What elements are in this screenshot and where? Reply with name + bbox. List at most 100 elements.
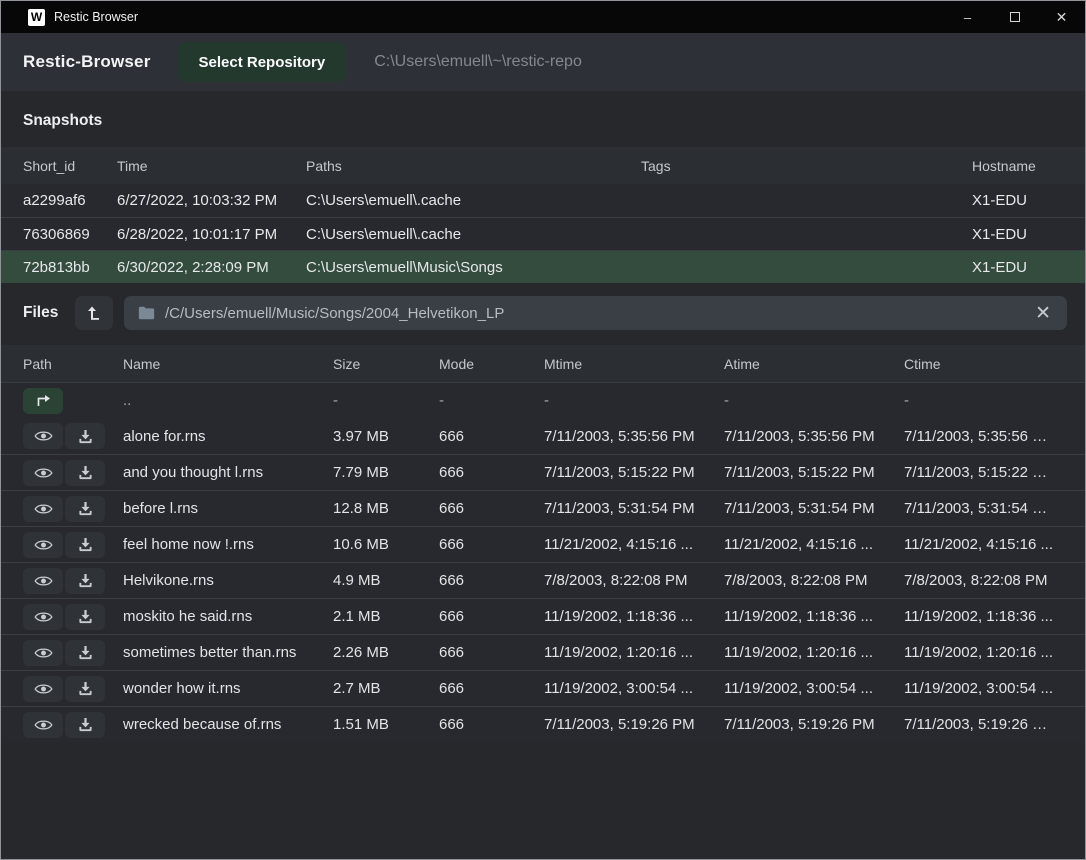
column-header-hostname: Hostname xyxy=(972,158,1063,174)
file-row: wrecked because of.rns 1.51 MB 666 7/11/… xyxy=(1,706,1085,742)
download-file-button[interactable] xyxy=(65,532,105,558)
column-header-ctime: Ctime xyxy=(904,356,1063,372)
go-parent-directory-button[interactable] xyxy=(23,388,63,414)
download-file-button[interactable] xyxy=(65,496,105,522)
file-size: 3.97 MB xyxy=(333,428,439,445)
download-file-button[interactable] xyxy=(65,568,105,594)
close-button[interactable]: ✕ xyxy=(1038,1,1085,33)
file-mode: 666 xyxy=(439,608,544,625)
download-file-button[interactable] xyxy=(65,676,105,702)
app-logo-icon: W xyxy=(28,9,45,26)
file-atime: 11/19/2002, 3:00:54 ... xyxy=(724,680,904,697)
preview-file-button[interactable] xyxy=(23,604,63,630)
file-mode: 666 xyxy=(439,572,544,589)
parent-dir-icon xyxy=(36,394,51,407)
snapshot-short-id: 76306869 xyxy=(23,226,117,243)
file-ctime: 11/19/2002, 1:20:16 ... xyxy=(904,644,1063,661)
file-name: and you thought l.rns xyxy=(123,464,333,481)
eye-icon xyxy=(34,538,53,552)
file-mtime: 7/11/2003, 5:15:22 PM xyxy=(544,464,724,481)
file-name: sometimes better than.rns xyxy=(123,644,333,661)
file-mtime: 7/11/2003, 5:35:56 PM xyxy=(544,428,724,445)
snapshot-paths: C:\Users\emuell\Music\Songs xyxy=(306,259,641,276)
file-ctime: 11/19/2002, 1:18:36 ... xyxy=(904,608,1063,625)
download-icon xyxy=(78,465,93,480)
snapshot-short-id: a2299af6 xyxy=(23,192,117,209)
column-header-time: Time xyxy=(117,158,306,174)
eye-icon xyxy=(34,466,53,480)
file-name: .. xyxy=(123,392,333,409)
download-file-button[interactable] xyxy=(65,604,105,630)
snapshots-section-title: Snapshots xyxy=(1,91,1085,147)
preview-file-button[interactable] xyxy=(23,423,63,449)
snapshot-row[interactable]: 76306869 6/28/2022, 10:01:17 PM C:\Users… xyxy=(1,217,1085,250)
preview-file-button[interactable] xyxy=(23,712,63,738)
snapshot-row[interactable]: a2299af6 6/27/2022, 10:03:32 PM C:\Users… xyxy=(1,184,1085,217)
snapshot-short-id: 72b813bb xyxy=(23,259,117,276)
file-mode: 666 xyxy=(439,428,544,445)
maximize-button[interactable] xyxy=(991,1,1038,33)
snapshot-time: 6/30/2022, 2:28:09 PM xyxy=(117,259,306,276)
file-mode: 666 xyxy=(439,644,544,661)
file-name: before l.rns xyxy=(123,500,333,517)
download-icon xyxy=(78,717,93,732)
eye-icon xyxy=(34,574,53,588)
files-path-value: /C/Users/emuell/Music/Songs/2004_Helveti… xyxy=(165,305,1023,322)
file-mtime: - xyxy=(544,392,724,409)
column-header-name: Name xyxy=(123,356,333,372)
page-title: Restic-Browser xyxy=(23,52,151,72)
file-size: 2.1 MB xyxy=(333,608,439,625)
preview-file-button[interactable] xyxy=(23,532,63,558)
file-mode: 666 xyxy=(439,500,544,517)
preview-file-button[interactable] xyxy=(23,676,63,702)
column-header-path: Path xyxy=(23,356,123,372)
preview-file-button[interactable] xyxy=(23,640,63,666)
download-icon xyxy=(78,609,93,624)
column-header-mtime: Mtime xyxy=(544,356,724,372)
snapshot-paths: C:\Users\emuell\.cache xyxy=(306,226,641,243)
download-icon xyxy=(78,573,93,588)
eye-icon xyxy=(34,502,53,516)
files-table-body: alone for.rns 3.97 MB 666 7/11/2003, 5:3… xyxy=(1,418,1085,742)
close-icon: ✕ xyxy=(1056,9,1068,26)
up-level-button[interactable] xyxy=(75,296,113,330)
file-row: alone for.rns 3.97 MB 666 7/11/2003, 5:3… xyxy=(1,418,1085,454)
snapshot-time: 6/27/2022, 10:03:32 PM xyxy=(117,192,306,209)
select-repository-button[interactable]: Select Repository xyxy=(178,42,347,82)
window-title: Restic Browser xyxy=(54,10,944,24)
files-table-header: Path Name Size Mode Mtime Atime Ctime xyxy=(1,345,1085,382)
file-name: wonder how it.rns xyxy=(123,680,333,697)
download-file-button[interactable] xyxy=(65,423,105,449)
file-size: 2.26 MB xyxy=(333,644,439,661)
file-mtime: 7/8/2003, 8:22:08 PM xyxy=(544,572,724,589)
column-header-mode: Mode xyxy=(439,356,544,372)
snapshot-hostname: X1-EDU xyxy=(972,192,1063,209)
eye-icon xyxy=(34,610,53,624)
preview-file-button[interactable] xyxy=(23,460,63,486)
file-row: feel home now !.rns 10.6 MB 666 11/21/20… xyxy=(1,526,1085,562)
download-file-button[interactable] xyxy=(65,460,105,486)
clear-path-icon[interactable]: ✕ xyxy=(1033,304,1053,323)
snapshot-hostname: X1-EDU xyxy=(972,259,1063,276)
file-name: feel home now !.rns xyxy=(123,536,333,553)
file-size: 4.9 MB xyxy=(333,572,439,589)
snapshot-row[interactable]: 72b813bb 6/30/2022, 2:28:09 PM C:\Users\… xyxy=(1,250,1085,283)
minimize-button[interactable]: – xyxy=(944,1,991,33)
file-atime: 7/11/2003, 5:31:54 PM xyxy=(724,500,904,517)
eye-icon xyxy=(34,429,53,443)
download-file-button[interactable] xyxy=(65,640,105,666)
file-row: Helvikone.rns 4.9 MB 666 7/8/2003, 8:22:… xyxy=(1,562,1085,598)
files-path-input[interactable]: /C/Users/emuell/Music/Songs/2004_Helveti… xyxy=(124,296,1067,330)
download-file-button[interactable] xyxy=(65,712,105,738)
preview-file-button[interactable] xyxy=(23,568,63,594)
preview-file-button[interactable] xyxy=(23,496,63,522)
file-mode: 666 xyxy=(439,464,544,481)
file-size: 10.6 MB xyxy=(333,536,439,553)
snapshot-paths: C:\Users\emuell\.cache xyxy=(306,192,641,209)
file-ctime: 7/11/2003, 5:19:26 PM xyxy=(904,716,1063,733)
file-mode: - xyxy=(439,392,544,409)
file-name: Helvikone.rns xyxy=(123,572,333,589)
file-mtime: 11/21/2002, 4:15:16 ... xyxy=(544,536,724,553)
file-ctime: 7/11/2003, 5:31:54 PM xyxy=(904,500,1063,517)
file-mtime: 7/11/2003, 5:19:26 PM xyxy=(544,716,724,733)
